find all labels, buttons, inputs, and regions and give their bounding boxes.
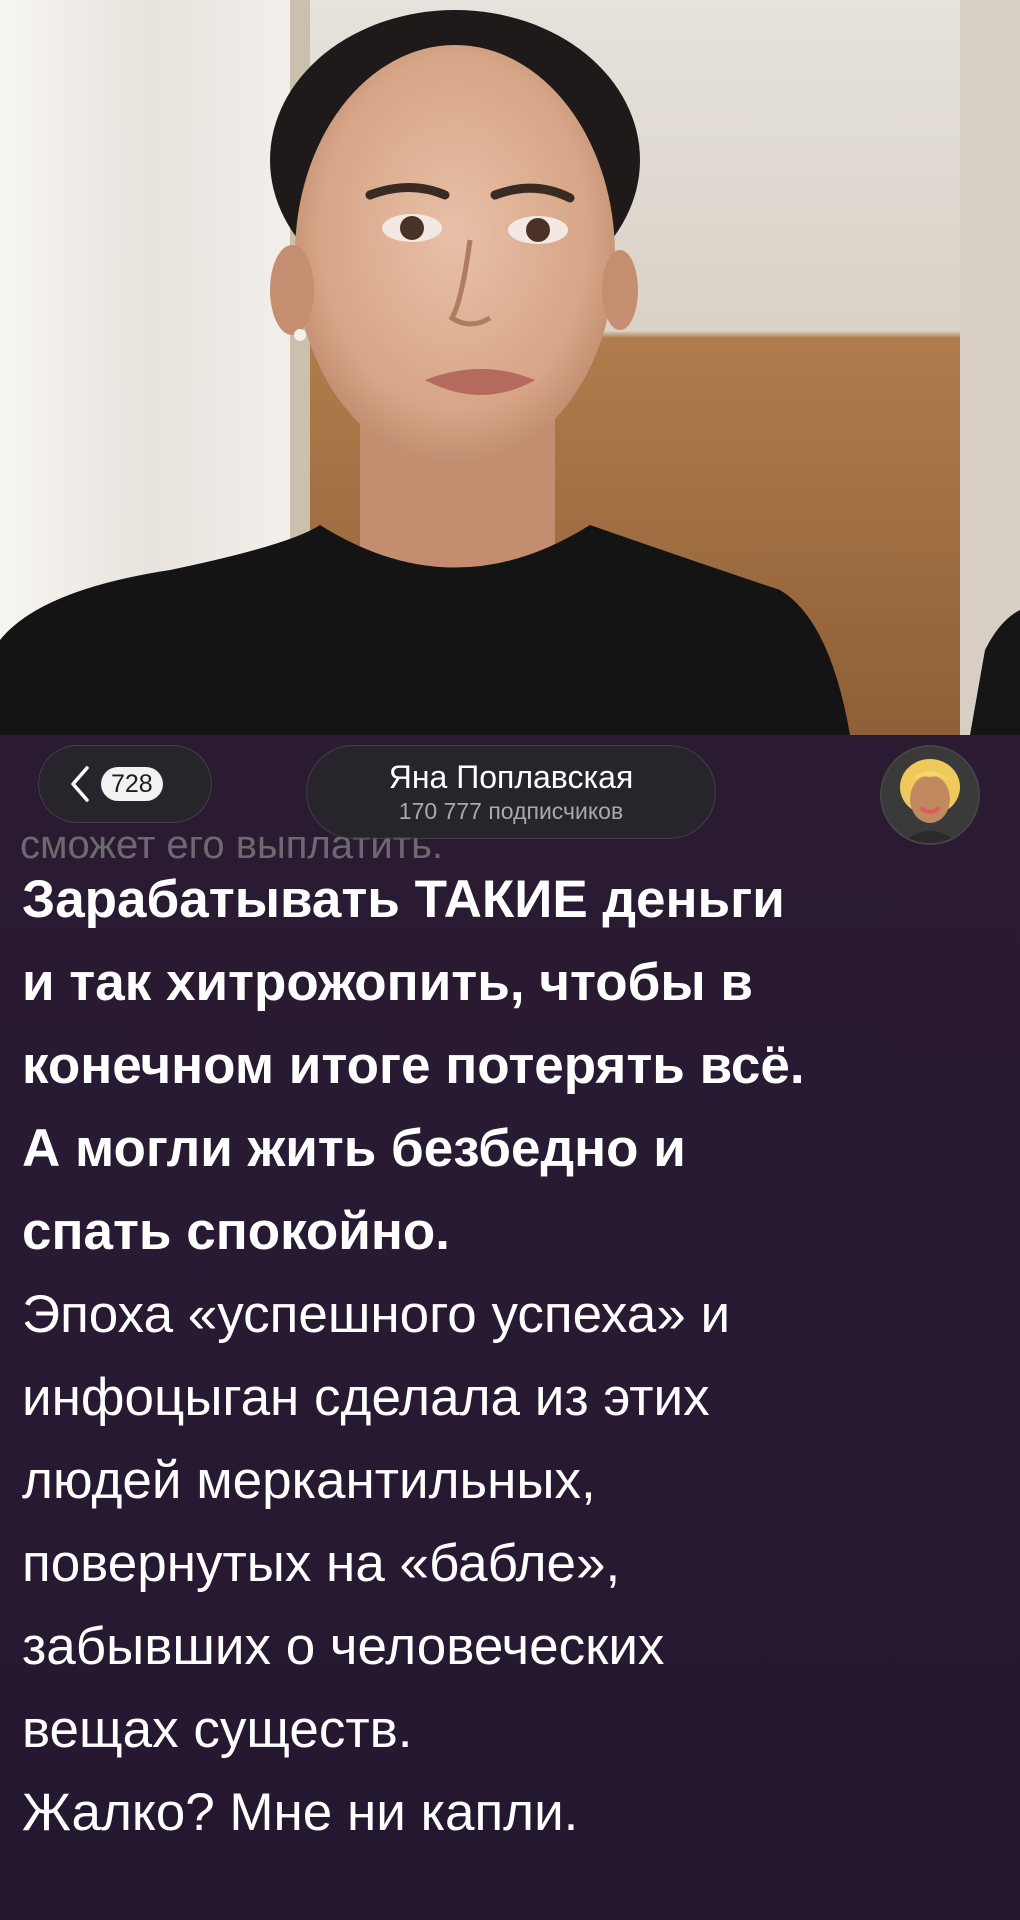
- post-line: людей меркантильных,: [22, 1451, 596, 1510]
- post-line: конечном итоге потерять всё.: [22, 1036, 805, 1095]
- post-line: повернутых на «бабле»,: [22, 1534, 621, 1593]
- chevron-left-icon: [71, 766, 89, 802]
- post-line: забывших о человеческих: [22, 1617, 665, 1676]
- avatar-image: [882, 747, 978, 843]
- post-body: Зарабатывать ТАКИЕ деньги и так хитрожоп…: [22, 858, 1007, 1854]
- post-line: вещах существ.: [22, 1700, 413, 1759]
- channel-name: Яна Поплавская: [388, 759, 634, 795]
- back-button[interactable]: 728: [38, 745, 212, 823]
- channel-avatar[interactable]: [880, 745, 980, 845]
- photo-image: [0, 0, 1020, 735]
- channel-header: сможет его выплатить. 728 Яна Поплавская…: [0, 735, 1020, 867]
- post-line: спать спокойно.: [22, 1202, 450, 1261]
- post-line: Эпоха «успешного успеха» и: [22, 1285, 731, 1344]
- post-photo[interactable]: [0, 0, 1020, 735]
- post-line: и так хитрожопить, чтобы в: [22, 953, 753, 1012]
- channel-title[interactable]: Яна Поплавская 170 777 подписчиков: [306, 745, 716, 839]
- post-line: А могли жить безбедно и: [22, 1119, 686, 1178]
- subscriber-count: 170 777 подписчиков: [398, 798, 624, 824]
- post-screen: сможет его выплатить. 728 Яна Поплавская…: [0, 0, 1020, 1920]
- post-line: Жалко? Мне ни капли.: [22, 1783, 579, 1842]
- post-line: инфоцыган сделала из этих: [22, 1368, 710, 1427]
- post-line: Зарабатывать ТАКИЕ деньги: [22, 870, 785, 929]
- unread-count-badge: 728: [101, 767, 163, 801]
